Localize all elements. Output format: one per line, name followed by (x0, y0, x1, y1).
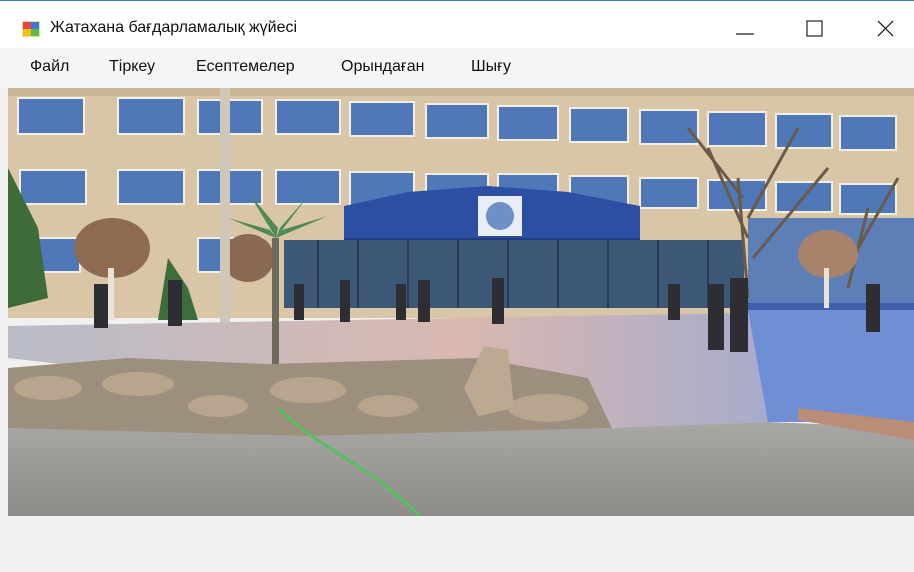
menu-executed[interactable]: Орындаған (341, 58, 424, 76)
menu-file[interactable]: Файл (30, 58, 69, 76)
close-icon[interactable] (862, 11, 908, 45)
menu-exit[interactable]: Шығу (471, 58, 511, 76)
app-window-icon (22, 21, 40, 37)
campus-photo-illustration (8, 88, 914, 516)
window-title: Жатахана бағдарламалық жүйесі (50, 19, 298, 36)
menu-bar: Файл Тіркеу Есептемелер Орындаған Шығу (0, 48, 914, 88)
campus-photo (8, 88, 914, 516)
menu-register[interactable]: Тіркеу (109, 58, 155, 76)
maximize-icon[interactable] (792, 11, 838, 45)
minimize-icon[interactable] (722, 11, 768, 45)
menu-reports[interactable]: Есептемелер (196, 58, 295, 76)
app-window: Жатахана бағдарламалық жүйесі Файл Тірке… (0, 0, 914, 572)
title-bar[interactable]: Жатахана бағдарламалық жүйесі (0, 0, 914, 48)
